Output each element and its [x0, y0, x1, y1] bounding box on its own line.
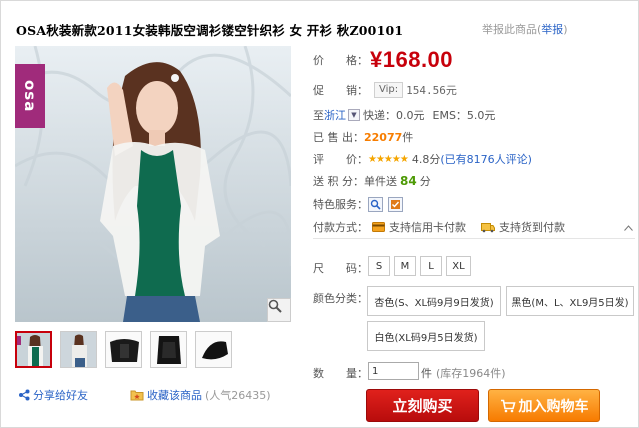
- size-option-m[interactable]: M: [394, 256, 416, 276]
- price-row: 价 格： ¥168.00: [313, 47, 453, 73]
- sold-count: 22077: [364, 130, 403, 144]
- share-link[interactable]: 分享给好友: [18, 387, 88, 403]
- thumbnail-2-image: [61, 332, 96, 367]
- points-row: 送 积 分： 单件送 84 分: [313, 173, 431, 189]
- thumbnail-strip: [15, 331, 232, 368]
- color-option-apricot[interactable]: 杏色(S、XL码9月9日发货): [367, 286, 501, 316]
- cod-icon: [481, 222, 495, 232]
- color-option-white[interactable]: 白色(XL码9月5日发货): [367, 321, 485, 351]
- search-icon: [370, 199, 381, 210]
- thumbnail-4-image: [151, 332, 186, 367]
- quantity-unit: 件: [421, 367, 432, 380]
- buy-now-button[interactable]: 立刻购买: [366, 389, 479, 422]
- price-value: ¥168.00: [370, 47, 454, 72]
- sold-row: 已 售 出： 22077 件: [313, 129, 413, 145]
- ship-region[interactable]: 浙江: [324, 107, 346, 123]
- thumbnail-4[interactable]: [150, 331, 187, 368]
- guarantee-icon: [391, 199, 400, 209]
- size-option-l[interactable]: L: [420, 256, 442, 276]
- model-photo: [15, 46, 291, 322]
- product-title: OSA秋装新款2011女装韩版空调衫镂空针织衫 女 开衫 秋Z00101: [16, 23, 404, 38]
- add-to-cart-button[interactable]: 加入购物车: [488, 389, 600, 422]
- magnifier-icon: [268, 299, 282, 313]
- thumbnail-1[interactable]: [15, 331, 52, 368]
- folder-star-icon: [130, 390, 144, 401]
- popularity-count: (人气26435): [205, 389, 271, 402]
- scroll-up-arrow[interactable]: [622, 222, 634, 234]
- review-label: 评 价：: [313, 153, 368, 166]
- report-suffix: ): [563, 23, 568, 36]
- main-product-image[interactable]: osa: [15, 46, 291, 322]
- review-row: 评 价： ★★★★★ 4.8分 (已有8176人评论): [313, 151, 532, 167]
- credit-card-icon: [372, 222, 385, 232]
- express-fee: 快递：0.0元: [363, 109, 425, 122]
- share-label: 分享给好友: [33, 389, 88, 402]
- report-link[interactable]: 举报: [541, 23, 563, 36]
- color-row-label: 颜色分类：: [313, 290, 368, 306]
- quantity-label: 数 量：: [313, 367, 368, 380]
- review-count-link[interactable]: (已有8176人评论): [440, 151, 532, 167]
- favorite-label: 收藏该商品: [147, 389, 202, 402]
- points-unit: 分: [419, 175, 431, 188]
- quantity-input[interactable]: [368, 362, 419, 380]
- color-label: 颜色分类：: [313, 292, 368, 305]
- payment-label: 付款方式：: [313, 221, 368, 234]
- quantity-meta: 件 (库存1964件): [421, 365, 506, 381]
- size-label: 尺 码：: [313, 262, 368, 275]
- points-prefix: 单件送: [364, 175, 397, 188]
- points-value: 84: [400, 174, 417, 188]
- promo-label: 促 销：: [313, 84, 368, 97]
- add-to-cart-label: 加入购物车: [518, 398, 589, 415]
- size-row-label: 尺 码：: [313, 260, 368, 276]
- payment-cod: 支持货到付款: [499, 221, 565, 234]
- payment-credit-card: 支持信用卡付款: [389, 221, 466, 234]
- region-dropdown-icon[interactable]: ▼: [348, 109, 360, 121]
- thumbnail-3[interactable]: [105, 331, 142, 368]
- favorite-link[interactable]: 收藏该商品 (人气26435): [130, 387, 271, 403]
- stock-count: (库存1964件): [436, 367, 506, 380]
- payment-row: 付款方式： 支持信用卡付款 支持货到付款: [313, 219, 565, 235]
- chevron-up-icon: [623, 225, 633, 231]
- ship-to-label: 至: [313, 109, 324, 122]
- thumbnail-1-image: [17, 333, 50, 366]
- rating-stars: ★★★★★: [368, 153, 409, 165]
- size-option-s[interactable]: S: [368, 256, 390, 276]
- sold-unit: 件: [402, 131, 414, 144]
- vip-tag: Vip:: [374, 82, 404, 98]
- divider: [313, 238, 635, 239]
- thumbnail-5[interactable]: [195, 331, 232, 368]
- services-label: 特色服务：: [313, 198, 368, 211]
- ems-fee: EMS：5.0元: [432, 109, 496, 122]
- cart-icon: [500, 399, 516, 412]
- report-prefix: 举报此商品(: [482, 23, 542, 36]
- vip-price: 154.56元: [406, 84, 457, 97]
- report-link-group: 举报此商品(举报): [482, 21, 568, 37]
- color-option-black[interactable]: 黑色(M、L、XL9月5日发): [506, 286, 634, 316]
- promo-row: 促 销： Vip: 154.56元: [313, 82, 457, 98]
- review-score: 4.8分: [411, 153, 441, 166]
- sold-label: 已 售 出：: [313, 131, 364, 144]
- service-search-icon[interactable]: [368, 196, 383, 212]
- thumbnail-2[interactable]: [60, 331, 97, 368]
- zoom-button[interactable]: [267, 298, 291, 322]
- thumbnail-3-image: [106, 332, 141, 367]
- share-icon: [19, 389, 30, 401]
- thumbnail-5-image: [196, 332, 231, 367]
- size-option-xl[interactable]: XL: [446, 256, 471, 276]
- points-label: 送 积 分：: [313, 175, 364, 188]
- brand-tag: osa: [15, 64, 45, 128]
- services-row: 特色服务：: [313, 196, 408, 212]
- price-label: 价 格：: [313, 54, 368, 67]
- quantity-row: 数 量：: [313, 365, 368, 381]
- service-guarantee-icon[interactable]: [388, 196, 403, 212]
- shipping-row: 至 浙江 ▼ 快递：0.0元 EMS：5.0元: [313, 107, 495, 123]
